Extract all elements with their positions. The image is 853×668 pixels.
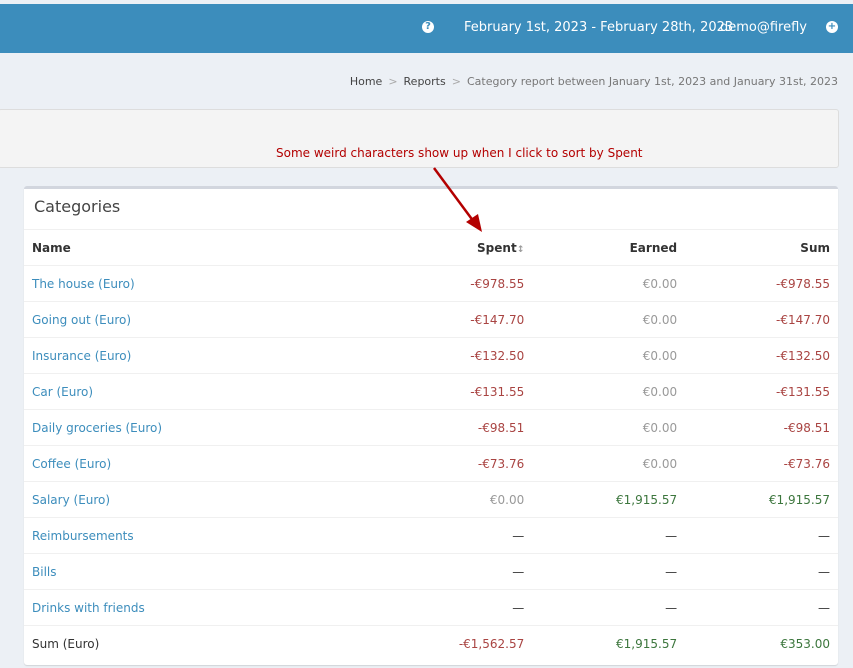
- sum-cell: -€131.55: [685, 373, 838, 410]
- spent-cell: -€98.51: [375, 409, 533, 446]
- breadcrumb-reports[interactable]: Reports: [404, 75, 446, 88]
- category-link[interactable]: Going out (Euro): [32, 313, 131, 327]
- question-circle-icon[interactable]: ?: [422, 21, 434, 33]
- spent-cell: -€147.70: [375, 301, 533, 338]
- column-header-spent[interactable]: Spent↕: [375, 229, 533, 266]
- category-name-cell: Drinks with friends: [24, 589, 376, 626]
- breadcrumb: Home > Reports > Category report between Jan…: [350, 75, 838, 88]
- spent-cell: -€132.50: [375, 337, 533, 374]
- column-header-spent-label: Spent: [477, 240, 517, 255]
- earned-cell: €0.00: [532, 373, 686, 410]
- table-row: Bills — — —: [24, 553, 838, 590]
- breadcrumb-separator: >: [388, 75, 398, 88]
- spent-cell: -€978.55: [375, 265, 533, 302]
- category-name-cell: Bills: [24, 553, 376, 590]
- spent-cell: -€73.76: [375, 445, 533, 482]
- sum-cell: -€132.50: [685, 337, 838, 374]
- earned-cell: —: [532, 553, 686, 590]
- table-row: Drinks with friends — — —: [24, 589, 838, 626]
- spent-cell: —: [375, 553, 533, 590]
- categories-box: Categories Name Spent↕ Earned Sum The ho…: [24, 186, 838, 665]
- total-earned: €1,915.57: [532, 625, 686, 661]
- breadcrumb-separator: >: [451, 75, 461, 88]
- earned-cell: —: [532, 589, 686, 626]
- box-title: Categories: [34, 197, 121, 216]
- categories-table: Name Spent↕ Earned Sum The house (Euro) -…: [24, 229, 838, 661]
- earned-cell: —: [532, 517, 686, 554]
- table-header-row: Name Spent↕ Earned Sum: [24, 229, 838, 266]
- category-name-cell: Car (Euro): [24, 373, 376, 410]
- sort-icon: ↕: [516, 244, 525, 255]
- column-header-sum[interactable]: Sum: [685, 229, 838, 266]
- earned-cell: €0.00: [532, 265, 686, 302]
- annotation-text: Some weird characters show up when I cli…: [276, 146, 643, 160]
- user-menu[interactable]: demo@firefly: [720, 20, 807, 36]
- earned-cell: €0.00: [532, 301, 686, 338]
- table-row: Going out (Euro) -€147.70 €0.00 -€147.70: [24, 301, 838, 338]
- breadcrumb-current: Category report between January 1st, 202…: [466, 75, 838, 88]
- category-name-cell: The house (Euro): [24, 265, 376, 302]
- total-label: Sum (Euro): [24, 625, 376, 661]
- spent-cell: €0.00: [375, 481, 533, 518]
- category-link[interactable]: Reimbursements: [32, 529, 134, 543]
- category-link[interactable]: Bills: [32, 565, 57, 579]
- table-row: Car (Euro) -€131.55 €0.00 -€131.55: [24, 373, 838, 410]
- sum-cell: -€98.51: [685, 409, 838, 446]
- category-name-cell: Coffee (Euro): [24, 445, 376, 482]
- earned-cell: €1,915.57: [532, 481, 686, 518]
- category-name-cell: Insurance (Euro): [24, 337, 376, 374]
- sum-cell: -€978.55: [685, 265, 838, 302]
- column-header-name[interactable]: Name: [24, 229, 376, 266]
- date-range-picker[interactable]: February 1st, 2023 - February 28th, 2023: [464, 20, 733, 36]
- category-link[interactable]: Car (Euro): [32, 385, 93, 399]
- category-link[interactable]: Salary (Euro): [32, 493, 110, 507]
- table-row: Insurance (Euro) -€132.50 €0.00 -€132.50: [24, 337, 838, 374]
- sum-cell: —: [685, 517, 838, 554]
- category-name-cell: Going out (Euro): [24, 301, 376, 338]
- table-row: Daily groceries (Euro) -€98.51 €0.00 -€98.5…: [24, 409, 838, 446]
- sum-cell: —: [685, 589, 838, 626]
- total-sum: €353.00: [685, 625, 838, 661]
- earned-cell: €0.00: [532, 445, 686, 482]
- sum-cell: -€147.70: [685, 301, 838, 338]
- category-link[interactable]: Drinks with friends: [32, 601, 145, 615]
- spent-cell: —: [375, 517, 533, 554]
- spent-cell: -€131.55: [375, 373, 533, 410]
- category-link[interactable]: Daily groceries (Euro): [32, 421, 162, 435]
- spent-cell: —: [375, 589, 533, 626]
- table-row: Reimbursements — — —: [24, 517, 838, 554]
- breadcrumb-home[interactable]: Home: [350, 75, 382, 88]
- column-header-earned[interactable]: Earned: [532, 229, 686, 266]
- sum-cell: —: [685, 553, 838, 590]
- plus-circle-icon[interactable]: +: [826, 21, 838, 33]
- category-name-cell: Reimbursements: [24, 517, 376, 554]
- table-row: The house (Euro) -€978.55 €0.00 -€978.55: [24, 265, 838, 302]
- table-row: Coffee (Euro) -€73.76 €0.00 -€73.76: [24, 445, 838, 482]
- top-navbar: ? February 1st, 2023 - February 28th, 20…: [0, 4, 853, 53]
- earned-cell: €0.00: [532, 337, 686, 374]
- category-link[interactable]: Insurance (Euro): [32, 349, 131, 363]
- category-link[interactable]: The house (Euro): [32, 277, 135, 291]
- table-row: Salary (Euro) €0.00 €1,915.57 €1,915.57: [24, 481, 838, 518]
- category-name-cell: Salary (Euro): [24, 481, 376, 518]
- table-total-row: Sum (Euro) -€1,562.57 €1,915.57 €353.00: [24, 625, 838, 661]
- earned-cell: €0.00: [532, 409, 686, 446]
- category-name-cell: Daily groceries (Euro): [24, 409, 376, 446]
- sum-cell: -€73.76: [685, 445, 838, 482]
- category-link[interactable]: Coffee (Euro): [32, 457, 111, 471]
- sum-cell: €1,915.57: [685, 481, 838, 518]
- total-spent: -€1,562.57: [375, 625, 533, 661]
